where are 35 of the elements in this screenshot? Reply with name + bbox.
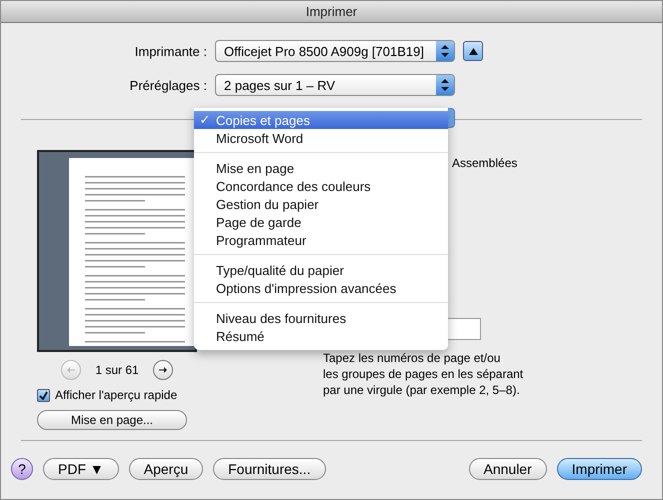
printer-label: Imprimante : <box>134 44 207 58</box>
triangle-up-icon <box>468 48 478 54</box>
left-arrow-icon <box>67 367 76 373</box>
dialog-button[interactable]: PDF ▼ <box>43 458 119 480</box>
presets-label: Préréglages : <box>128 78 207 92</box>
menu-item[interactable]: Mise en page <box>194 159 448 177</box>
collate-label: Assemblées <box>452 156 518 170</box>
presets-popup[interactable]: 2 pages sur 1 – RV <box>215 74 455 96</box>
menu-item[interactable]: ✓ Copies et pages <box>194 111 448 129</box>
page-range-hint: Tapez les numéros de page et/ou les groupes de pages en les séparant par une virgule (par exemple 2, 5–8). <box>323 350 524 398</box>
menu-item[interactable]: Microsoft Word <box>194 129 448 147</box>
help-button[interactable]: ? <box>11 458 33 480</box>
disclosure-button[interactable] <box>463 41 483 61</box>
dialog-button[interactable]: Imprimer <box>556 458 642 480</box>
page-setup-button[interactable]: Mise en page... <box>37 410 187 430</box>
up-down-arrows-icon <box>441 79 449 91</box>
menu-item[interactable]: Programmateur <box>194 231 448 249</box>
next-page-button[interactable] <box>152 360 173 380</box>
menu-item[interactable]: Concordance des couleurs <box>194 177 448 195</box>
dialog-button[interactable]: Fournitures... <box>213 458 326 480</box>
quick-preview-checkbox[interactable] <box>37 388 50 402</box>
dialog-button[interactable]: Aperçu <box>128 458 204 480</box>
page-indicator: 1 sur 61 <box>95 363 139 377</box>
menu-item[interactable]: Options d'impression avancées <box>194 279 448 297</box>
menu-item[interactable]: Résumé <box>194 327 448 345</box>
menu-item[interactable]: Type/qualité du papier <box>194 261 448 279</box>
menu-item[interactable]: Gestion du papier <box>194 195 448 213</box>
quick-preview-label: Afficher l'aperçu rapide <box>55 388 178 402</box>
printer-popup[interactable]: Officejet Pro 8500 A909g [701B19] <box>215 40 455 62</box>
dialog-button[interactable]: Annuler <box>468 458 547 480</box>
menu-item[interactable]: Page de garde <box>194 213 448 231</box>
menu-item[interactable]: Niveau des fournitures <box>194 309 448 327</box>
right-arrow-icon <box>158 367 167 373</box>
window-title: Imprimer <box>306 4 358 19</box>
up-down-arrows-icon <box>441 45 449 57</box>
